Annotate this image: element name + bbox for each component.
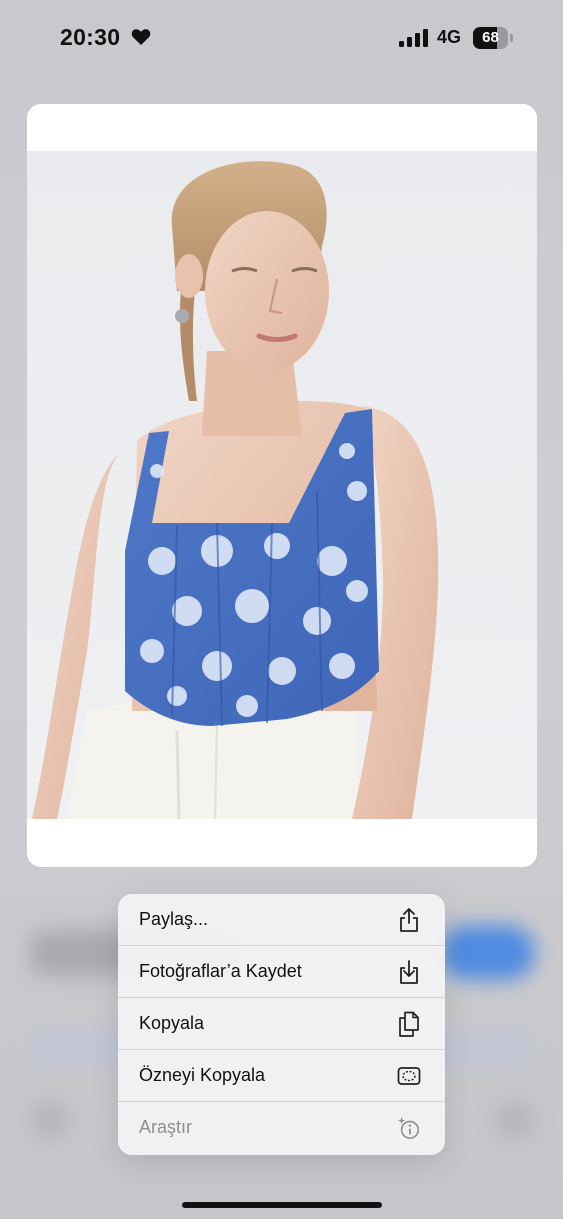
context-menu: Paylaş... Fotoğraflar’a Kaydet Kopyala Ö… [118,894,445,1155]
product-photo [27,151,537,819]
copy-subject-icon [397,1067,421,1085]
look-up-icon [397,1116,420,1139]
save-to-photos-icon [400,960,418,984]
menu-item-label: Fotoğraflar’a Kaydet [139,961,302,981]
menu-item-look-up[interactable]: Araştır [118,1102,445,1154]
battery-level: 68 [482,29,499,46]
network-type: 4G [437,27,462,47]
blurred-background-icon-right [495,1100,535,1140]
cellular-signal-icon [399,29,428,47]
blurred-background-button [440,925,535,980]
menu-item-copy[interactable]: Kopyala [118,998,445,1050]
home-indicator[interactable] [182,1202,382,1208]
status-bar: 20:30 4G 68 [0,0,563,76]
menu-item-label: Özneyi Kopyala [139,1065,266,1085]
battery-icon: 68 [473,27,513,49]
heart-icon [131,29,151,45]
menu-item-label: Kopyala [139,1013,205,1033]
menu-item-label: Araştır [139,1117,193,1137]
blurred-background-icon-left [30,1100,70,1140]
menu-item-share[interactable]: Paylaş... [118,894,445,946]
menu-item-save-to-photos[interactable]: Fotoğraflar’a Kaydet [118,946,445,998]
image-preview-card[interactable] [27,104,537,867]
status-time: 20:30 [60,24,121,50]
share-icon [400,908,418,932]
menu-item-copy-subject[interactable]: Özneyi Kopyala [118,1050,445,1102]
menu-item-label: Paylaş... [139,909,209,929]
copy-icon [399,1011,419,1037]
